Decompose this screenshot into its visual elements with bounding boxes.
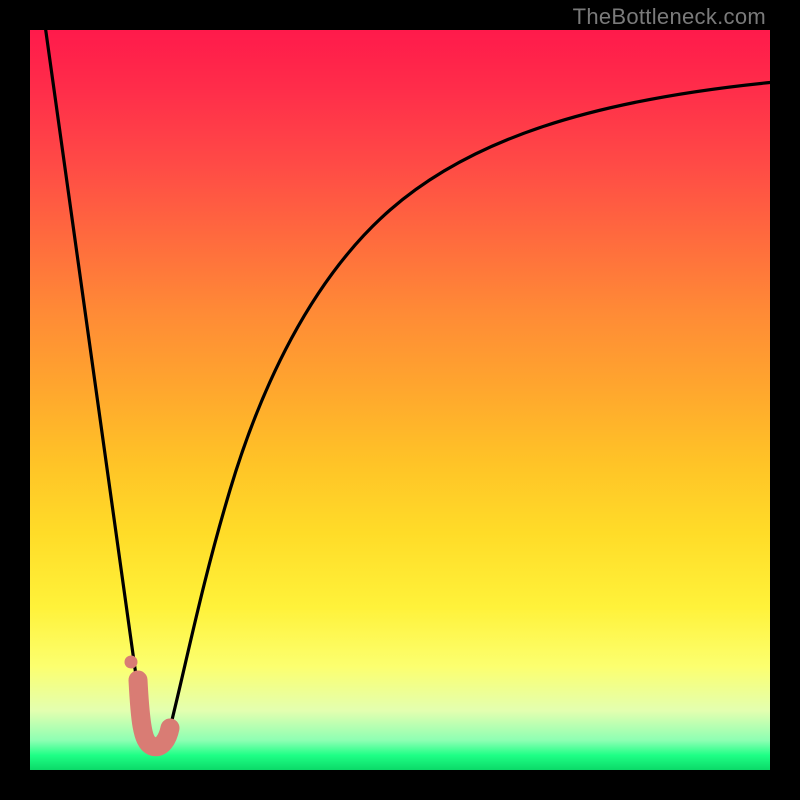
curves-layer	[30, 30, 770, 770]
curve-left-descent	[45, 30, 145, 740]
watermark-text: TheBottleneck.com	[573, 4, 766, 30]
valley-dot-lower	[131, 692, 143, 704]
curve-right-ascent	[167, 82, 770, 740]
chart-frame: TheBottleneck.com	[0, 0, 800, 800]
plot-area	[30, 30, 770, 770]
valley-marker	[138, 680, 170, 747]
valley-dot-upper	[125, 656, 138, 669]
